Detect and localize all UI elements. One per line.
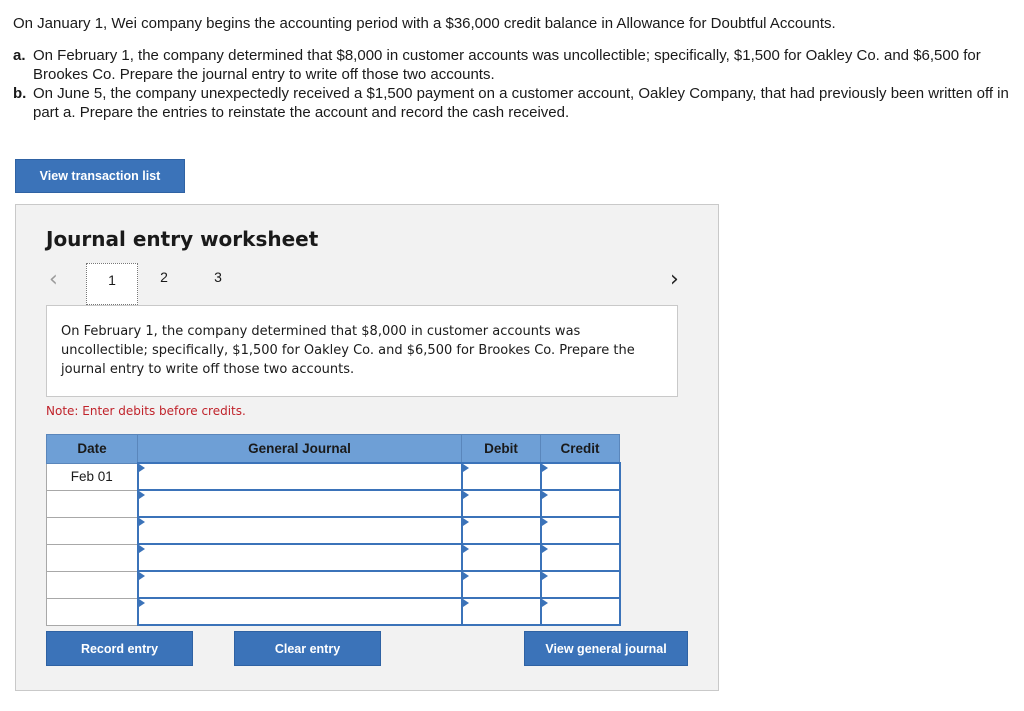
dropdown-indicator-icon <box>462 545 469 553</box>
credit-input[interactable] <box>539 462 621 491</box>
table-row: Feb 01 <box>46 462 621 491</box>
credit-input[interactable] <box>539 543 621 572</box>
credit-input[interactable] <box>539 570 621 599</box>
debit-input[interactable] <box>460 543 542 572</box>
table-row <box>46 597 621 626</box>
part-a: a. On February 1, the company determined… <box>13 46 1018 84</box>
table-header-row: Date General Journal Debit Credit <box>46 434 620 464</box>
chevron-left-icon[interactable]: ‹ <box>49 267 58 292</box>
credit-input[interactable] <box>539 597 621 626</box>
journal-table: Date General Journal Debit Credit Feb 01 <box>46 434 621 626</box>
problem-intro: On January 1, Wei company begins the acc… <box>13 15 836 32</box>
entry-description: On February 1, the company determined th… <box>46 305 678 397</box>
dropdown-indicator-icon <box>541 518 548 526</box>
worksheet-title: Journal entry worksheet <box>46 227 319 251</box>
debit-input[interactable] <box>460 489 542 518</box>
account-select[interactable] <box>136 543 463 572</box>
dropdown-indicator-icon <box>541 599 548 607</box>
debit-input[interactable] <box>460 597 542 626</box>
date-cell <box>46 516 138 545</box>
page-tab-3[interactable]: 3 <box>208 269 228 285</box>
problem-statement: On January 1, Wei company begins the acc… <box>13 14 1018 122</box>
page-tab-label: 1 <box>108 272 116 288</box>
table-row <box>46 543 621 572</box>
dropdown-indicator-icon <box>138 545 145 553</box>
credit-input[interactable] <box>539 489 621 518</box>
journal-entry-worksheet: Journal entry worksheet ‹ 1 2 3 › On Feb… <box>15 204 719 691</box>
dropdown-indicator-icon <box>541 572 548 580</box>
column-header-general-journal: General Journal <box>137 434 462 464</box>
part-a-label: a. <box>13 47 26 64</box>
dropdown-indicator-icon <box>138 464 145 472</box>
dropdown-indicator-icon <box>462 464 469 472</box>
dropdown-indicator-icon <box>462 572 469 580</box>
account-select[interactable] <box>136 462 463 491</box>
part-b: b. On June 5, the company unexpectedly r… <box>13 84 1018 122</box>
dropdown-indicator-icon <box>138 518 145 526</box>
credit-input[interactable] <box>539 516 621 545</box>
dropdown-indicator-icon <box>138 491 145 499</box>
dropdown-indicator-icon <box>541 545 548 553</box>
dropdown-indicator-icon <box>462 518 469 526</box>
dropdown-indicator-icon <box>541 464 548 472</box>
date-cell: Feb 01 <box>46 462 138 491</box>
page-tab-2[interactable]: 2 <box>154 269 174 285</box>
debit-input[interactable] <box>460 462 542 491</box>
part-b-text: On June 5, the company unexpectedly rece… <box>33 85 1009 121</box>
date-cell <box>46 597 138 626</box>
account-select[interactable] <box>136 597 463 626</box>
account-select[interactable] <box>136 570 463 599</box>
column-header-date: Date <box>46 434 138 464</box>
table-row <box>46 489 621 518</box>
clear-entry-button[interactable]: Clear entry <box>234 631 381 666</box>
record-entry-button[interactable]: Record entry <box>46 631 193 666</box>
date-cell <box>46 570 138 599</box>
part-a-text: On February 1, the company determined th… <box>33 47 981 83</box>
debit-input[interactable] <box>460 570 542 599</box>
column-header-debit: Debit <box>461 434 541 464</box>
dropdown-indicator-icon <box>462 491 469 499</box>
date-cell <box>46 543 138 572</box>
date-cell <box>46 489 138 518</box>
table-row <box>46 570 621 599</box>
view-general-journal-button[interactable]: View general journal <box>524 631 688 666</box>
debit-input[interactable] <box>460 516 542 545</box>
chevron-right-icon[interactable]: › <box>670 267 679 292</box>
table-row <box>46 516 621 545</box>
dropdown-indicator-icon <box>138 572 145 580</box>
view-transaction-list-button[interactable]: View transaction list <box>15 159 185 193</box>
page-tab-1[interactable]: 1 <box>86 263 138 305</box>
dropdown-indicator-icon <box>541 491 548 499</box>
account-select[interactable] <box>136 489 463 518</box>
column-header-credit: Credit <box>540 434 620 464</box>
dropdown-indicator-icon <box>138 599 145 607</box>
dropdown-indicator-icon <box>462 599 469 607</box>
account-select[interactable] <box>136 516 463 545</box>
entry-note: Note: Enter debits before credits. <box>46 404 246 418</box>
part-b-label: b. <box>13 85 27 102</box>
